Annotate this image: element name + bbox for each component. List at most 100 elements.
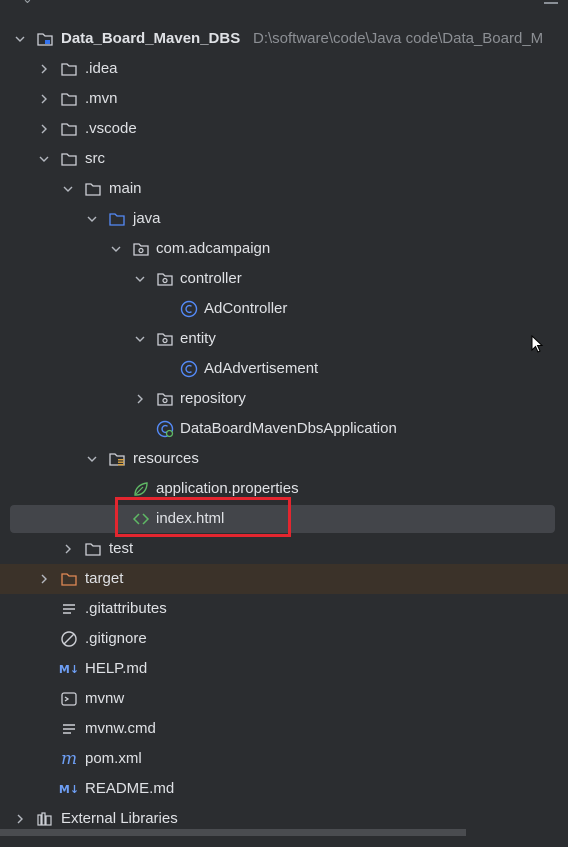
tree-item-label: pom.xml — [85, 750, 142, 767]
library-icon — [36, 810, 54, 828]
markdown-icon: M↓ — [58, 782, 80, 796]
tree-row-pom-xml[interactable]: m pom.xml — [0, 744, 568, 774]
chevron-down-icon[interactable] — [61, 182, 75, 196]
tree-row-ad-controller[interactable]: AdController — [0, 294, 568, 324]
chevron-right-icon[interactable] — [37, 62, 51, 76]
tree-item-label: .gitignore — [85, 630, 147, 647]
mouse-cursor-icon — [531, 335, 544, 353]
tree-row-help-md[interactable]: M↓ HELP.md — [0, 654, 568, 684]
chevron-down-icon[interactable] — [85, 452, 99, 466]
tree-row-mvnw[interactable]: mvnw — [0, 684, 568, 714]
tree-item-label: mvnw.cmd — [85, 720, 156, 737]
tree-row-gitattributes[interactable]: .gitattributes — [0, 594, 568, 624]
project-name: Data_Board_Maven_DBS — [61, 30, 241, 47]
chevron-down-icon[interactable] — [109, 242, 123, 256]
tree-item-label: main — [109, 180, 142, 197]
tree-row-mvn[interactable]: .mvn — [0, 84, 568, 114]
chevron-right-icon[interactable] — [61, 542, 75, 556]
tree-row-application[interactable]: DataBoardMavenDbsApplication — [0, 414, 568, 444]
tree-item-label: AdAdvertisement — [204, 360, 319, 377]
tree-row-ad-advertisement[interactable]: AdAdvertisement — [0, 354, 568, 384]
tree-row-java[interactable]: java — [0, 204, 568, 234]
package-icon — [156, 330, 174, 348]
folder-icon — [84, 180, 102, 198]
module-folder-icon — [36, 30, 54, 48]
tree-item-label: index.html — [156, 510, 225, 527]
tree-item-label: AdController — [204, 300, 288, 317]
tree-item-label: resources — [133, 450, 199, 467]
tree-row-index-html[interactable]: index.html — [0, 504, 568, 534]
chevron-right-icon[interactable] — [13, 812, 27, 826]
project-path: D:\software\code\Java code\Data_Board_M — [253, 30, 544, 47]
tree-item-label: target — [85, 570, 124, 587]
chevron-right-icon[interactable] — [37, 122, 51, 136]
text-file-icon — [60, 720, 78, 738]
horizontal-scrollbar[interactable] — [0, 829, 466, 836]
java-class-icon — [180, 300, 198, 318]
tree-item-label: HELP.md — [85, 660, 148, 677]
tree-item-label: README.md — [85, 780, 175, 797]
tree-item-label: com.adcampaign — [156, 240, 271, 257]
tree-row-mvnw-cmd[interactable]: mvnw.cmd — [0, 714, 568, 744]
chevron-down-icon[interactable] — [85, 212, 99, 226]
tree-item-label: repository — [180, 390, 246, 407]
tree-row-resources[interactable]: resources — [0, 444, 568, 474]
java-class-icon — [180, 360, 198, 378]
tree-row-target[interactable]: target — [0, 564, 568, 594]
chevron-right-icon[interactable] — [37, 92, 51, 106]
markdown-icon: M↓ — [58, 662, 80, 676]
package-icon — [156, 390, 174, 408]
tree-row-gitignore[interactable]: .gitignore — [0, 624, 568, 654]
tree-item-label: .gitattributes — [85, 600, 167, 617]
chevron-right-icon[interactable] — [37, 572, 51, 586]
tree-item-label: .mvn — [85, 90, 118, 107]
spring-boot-class-icon — [156, 420, 174, 438]
tree-item-label: java — [133, 210, 161, 227]
tree-row-project[interactable]: Data_Board_Maven_DBS D:\software\code\Ja… — [0, 24, 568, 54]
tree-item-label: mvnw — [85, 690, 125, 707]
chevron-down-icon[interactable] — [37, 152, 51, 166]
tree-row-controller[interactable]: controller — [0, 264, 568, 294]
text-file-icon — [60, 600, 78, 618]
tree-row-repository[interactable]: repository — [0, 384, 568, 414]
tree-row-test[interactable]: test — [0, 534, 568, 564]
folder-icon — [60, 120, 78, 138]
panel-options-icon[interactable] — [544, 0, 558, 4]
panel-chevron-icon: ⌄ — [22, 0, 34, 6]
tree-item-label: controller — [180, 270, 242, 287]
shell-script-icon — [60, 690, 78, 708]
source-folder-icon — [108, 210, 126, 228]
folder-icon — [60, 90, 78, 108]
spring-properties-icon — [132, 480, 150, 498]
html-file-icon — [132, 510, 150, 528]
chevron-down-icon[interactable] — [13, 32, 27, 46]
tree-item-label: application.properties — [156, 480, 299, 497]
tree-item-label: src — [85, 150, 105, 167]
tree-row-readme-md[interactable]: M↓ README.md — [0, 774, 568, 804]
folder-icon — [60, 60, 78, 78]
tree-row-vscode[interactable]: .vscode — [0, 114, 568, 144]
tree-row-idea[interactable]: .idea — [0, 54, 568, 84]
tree-row-app-properties[interactable]: application.properties — [0, 474, 568, 504]
excluded-folder-icon — [60, 570, 78, 588]
tree-item-label: test — [109, 540, 134, 557]
tree-item-label: DataBoardMavenDbsApplication — [180, 420, 397, 437]
panel-header-cut: ⌄ — [0, 0, 568, 8]
tree-row-src[interactable]: src — [0, 144, 568, 174]
maven-icon: m — [60, 749, 78, 769]
package-icon — [132, 240, 150, 258]
tree-item-label: .idea — [85, 60, 118, 77]
folder-icon — [84, 540, 102, 558]
chevron-down-icon[interactable] — [133, 332, 147, 346]
package-icon — [156, 270, 174, 288]
chevron-down-icon[interactable] — [133, 272, 147, 286]
ignore-file-icon — [60, 630, 78, 648]
chevron-right-icon[interactable] — [133, 392, 147, 406]
tree-row-entity[interactable]: entity — [0, 324, 568, 354]
tree-item-label: entity — [180, 330, 216, 347]
tree-row-package[interactable]: com.adcampaign — [0, 234, 568, 264]
resources-folder-icon — [108, 450, 126, 468]
folder-icon — [60, 150, 78, 168]
tree-item-label: .vscode — [85, 120, 137, 137]
tree-row-main[interactable]: main — [0, 174, 568, 204]
